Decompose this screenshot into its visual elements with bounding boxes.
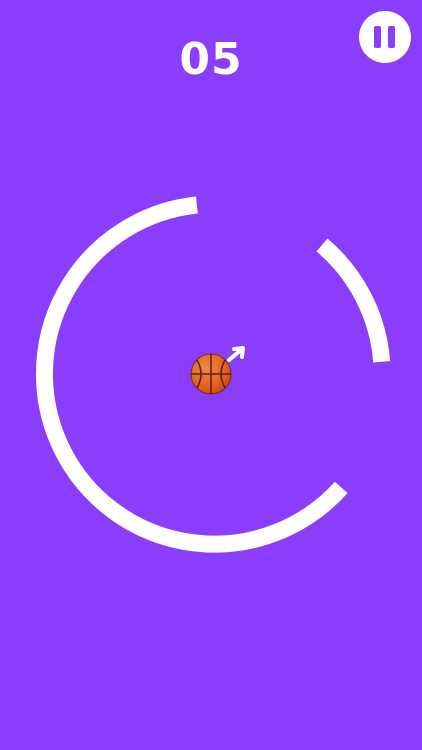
arrow-up-right-icon bbox=[227, 346, 245, 362]
basketball-icon bbox=[190, 353, 232, 395]
game-stage bbox=[35, 196, 391, 553]
game-screen[interactable]: 05 bbox=[0, 0, 422, 750]
ring-segment-small bbox=[316, 238, 391, 363]
